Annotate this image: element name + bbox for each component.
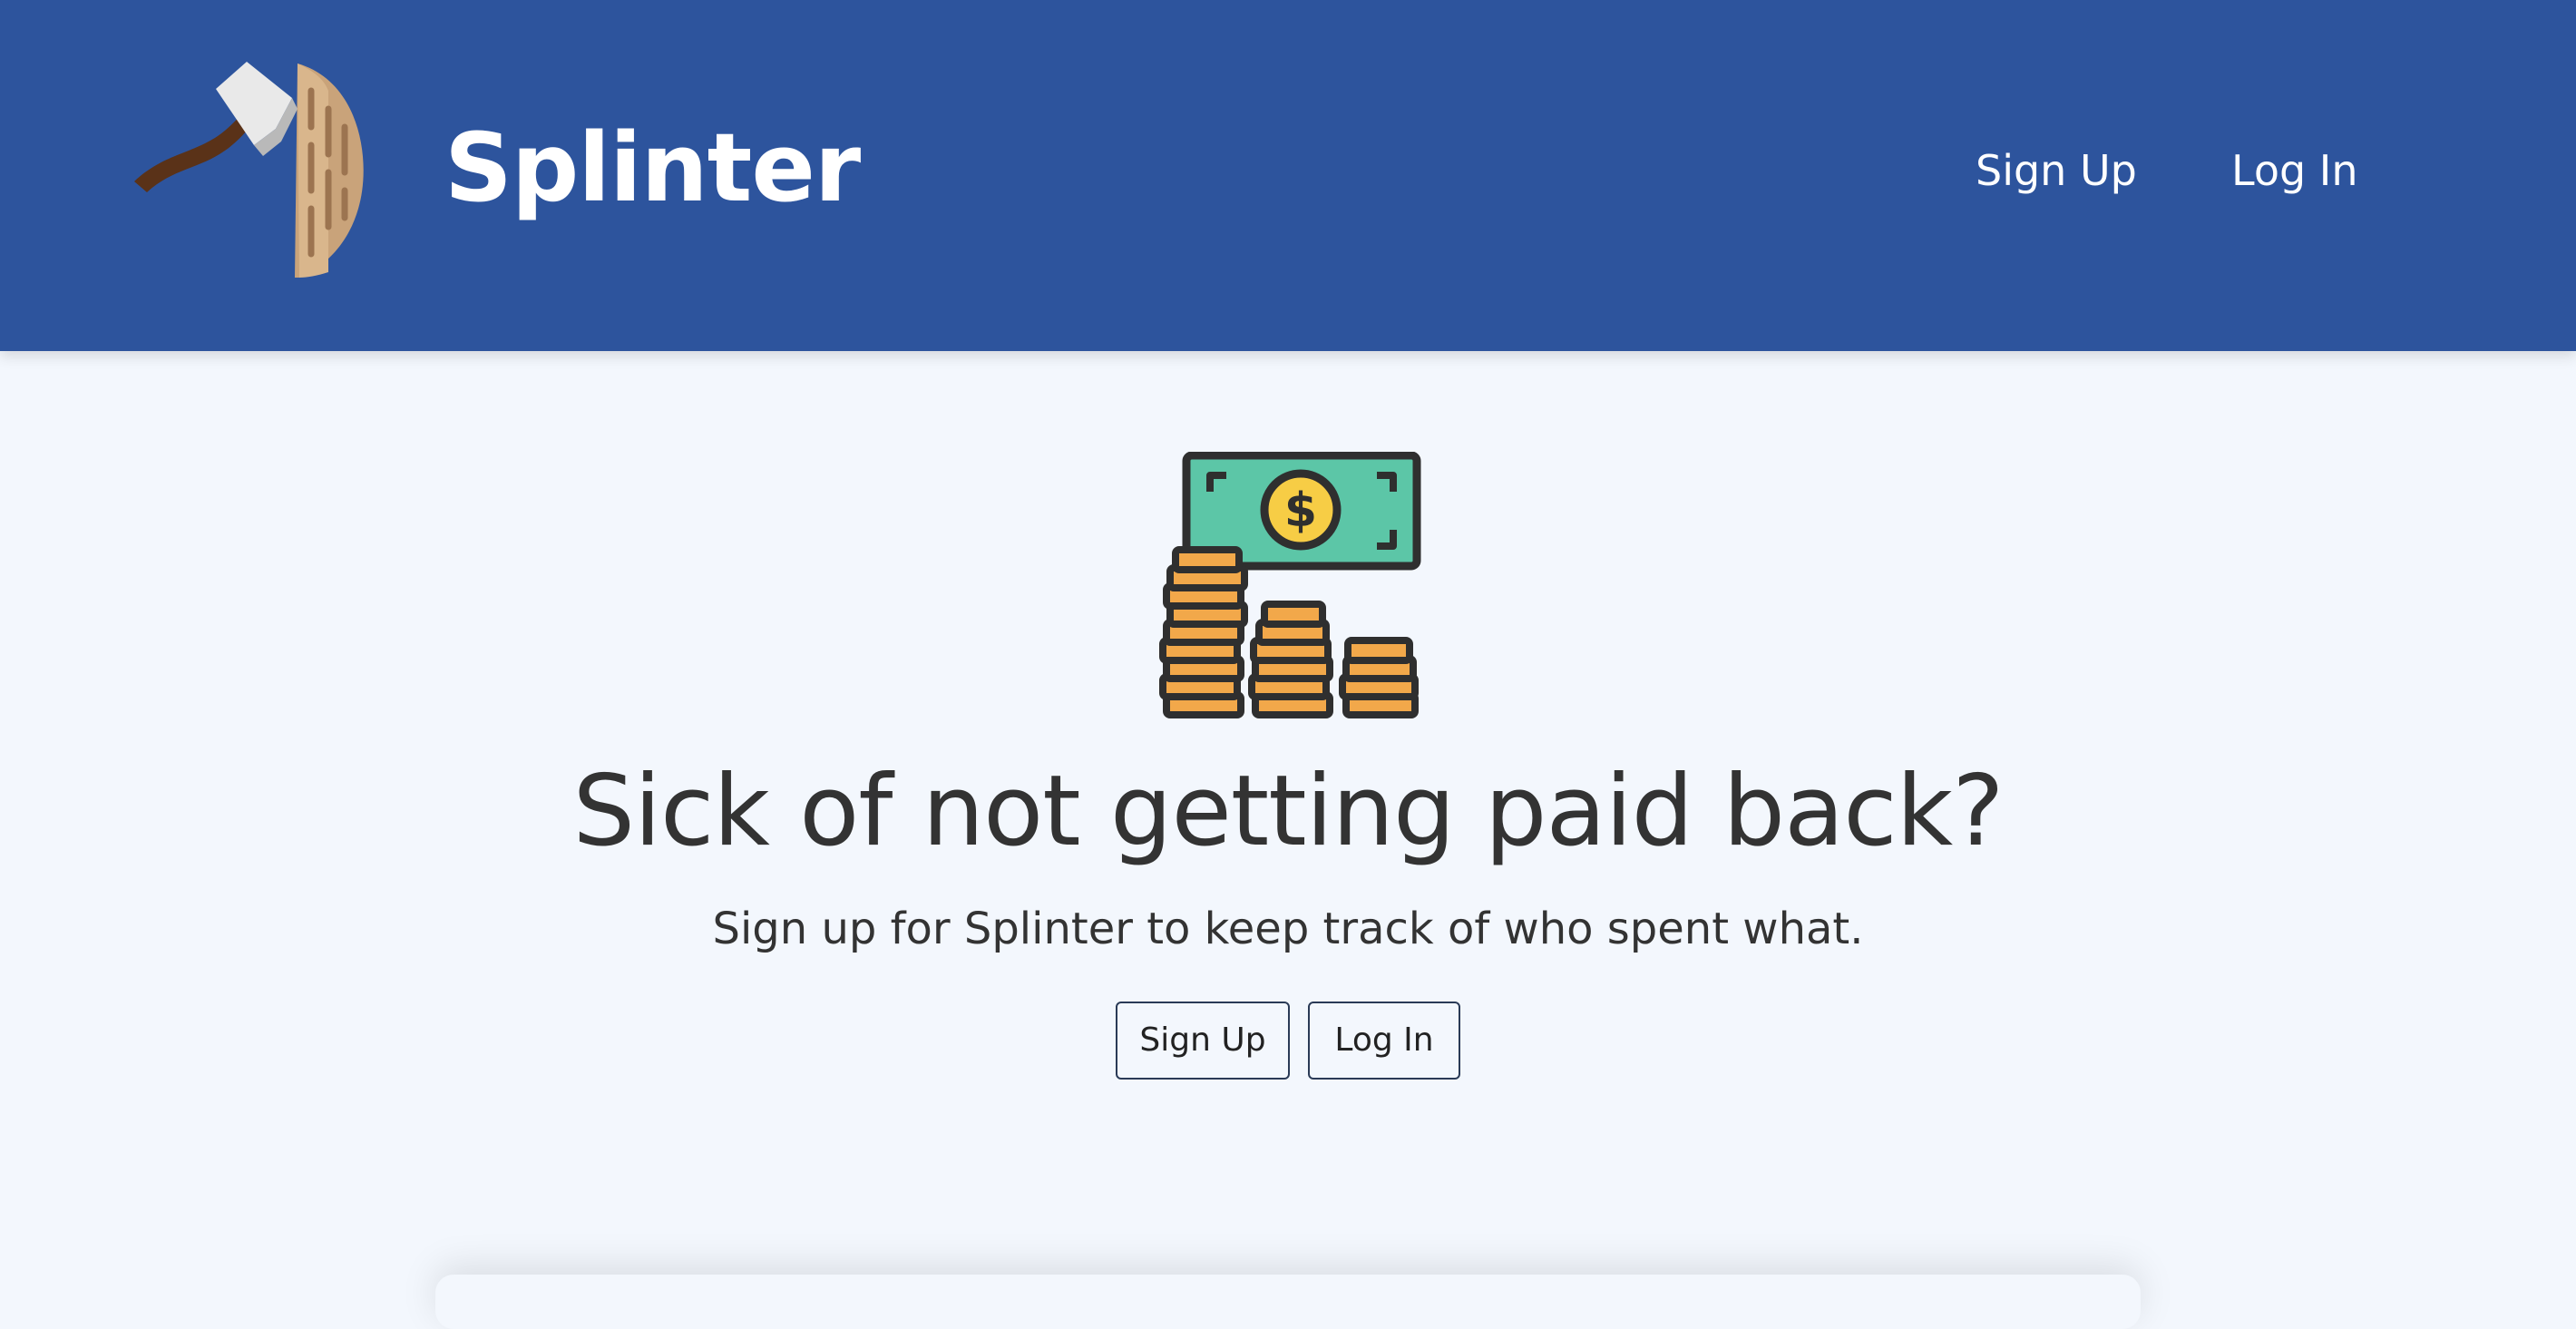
nav-login-link[interactable]: Log In — [2231, 143, 2358, 198]
money-bill-coins-icon: $ — [1159, 452, 1421, 718]
brand-name[interactable]: Splinter — [444, 109, 861, 227]
signup-button[interactable]: Sign Up — [1116, 1002, 1290, 1080]
hero-subtitle: Sign up for Splinter to keep track of wh… — [712, 904, 1864, 954]
hero-button-group: Sign Up Log In — [0, 1002, 2576, 1080]
content-card — [435, 1275, 2141, 1329]
login-button[interactable]: Log In — [1308, 1002, 1460, 1080]
axe-log-icon[interactable] — [127, 54, 372, 290]
top-navbar: Splinter Sign Up Log In — [0, 0, 2576, 351]
svg-text:$: $ — [1284, 484, 1317, 538]
nav-signup-link[interactable]: Sign Up — [1976, 143, 2137, 198]
hero-title: Sick of not getting paid back? — [572, 755, 2004, 868]
